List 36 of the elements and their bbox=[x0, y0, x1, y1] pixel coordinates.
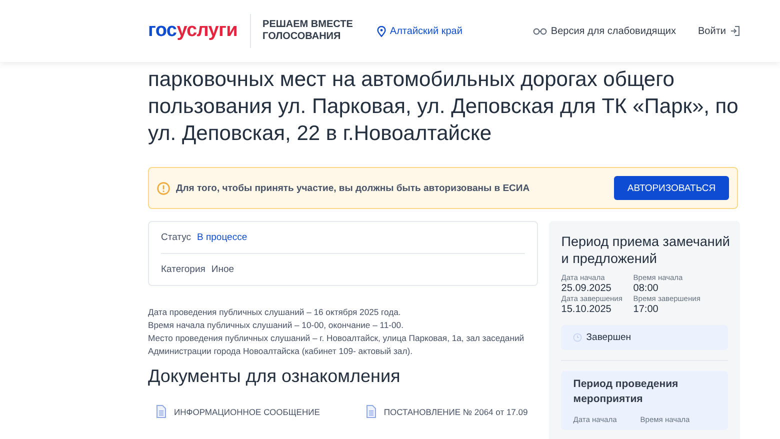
document-link[interactable]: ПОСТАНОВЛЕНИЕ № 2064 от 17.09 bbox=[366, 405, 528, 418]
accessibility-link[interactable]: Версия для слабовидящих bbox=[532, 26, 676, 36]
panel-title: Период приема замечаний и предложений bbox=[561, 233, 731, 267]
clock-icon bbox=[573, 333, 582, 342]
info-value: Иное bbox=[211, 264, 234, 275]
description-line: Администрации города Новоалтайска (кабинет 109- актовый зал). bbox=[148, 345, 414, 358]
location-pin-icon bbox=[376, 26, 386, 36]
field-value: 08:00 bbox=[633, 283, 660, 294]
status-link[interactable]: В процессе bbox=[197, 232, 248, 243]
status-badge: Завершен bbox=[561, 325, 728, 350]
login-link[interactable]: Войти bbox=[698, 26, 740, 36]
description-line: Дата проведения публичных слушаний – 16 октября 2025 года. bbox=[148, 306, 402, 319]
event-title: Период проведения мероприятия bbox=[573, 377, 680, 407]
login-icon bbox=[730, 26, 740, 36]
field-value: 25.09.2025 bbox=[561, 283, 612, 294]
glasses-icon bbox=[532, 27, 547, 35]
warning-icon bbox=[157, 182, 170, 194]
page-title: парковочных мест на автомобильных дорогах общего bbox=[148, 67, 676, 93]
field-value: 17:00 bbox=[633, 304, 660, 315]
section-title: Документы для ознакомления bbox=[148, 366, 402, 387]
tagline: ГОЛОСОВАНИЯ bbox=[262, 31, 342, 43]
alert-text: Для того, чтобы принять участие, вы должны быть авторизованы в ЕСИА bbox=[176, 182, 531, 194]
description-line: Время начала публичных слушаний – 10-00, окончание – 11-00. bbox=[148, 319, 404, 332]
page-title: ул. Деповская, 22 в г.Новоалтайске bbox=[148, 121, 493, 147]
logo[interactable]: госуслуги bbox=[148, 20, 238, 42]
page-title: пользования ул. Парковая, ул. Деповская для ТК «Парк», по bbox=[148, 94, 740, 120]
description-line: Место проведения публичных слушаний – г. Новоалтайск, улица Парковая, 1а, зал заседаний bbox=[148, 332, 526, 345]
field-value: 15.10.2025 bbox=[561, 304, 612, 315]
info-label: Статус bbox=[161, 232, 192, 243]
document-icon bbox=[366, 405, 376, 418]
info-label: Категория bbox=[161, 264, 206, 275]
tagline: РЕШАЕМ ВМЕСТЕ bbox=[262, 19, 353, 31]
authorize-button[interactable]: АВТОРИЗОВАТЬСЯ bbox=[614, 176, 729, 200]
document-icon bbox=[156, 405, 166, 418]
document-link[interactable]: ИНФОРМАЦИОННОЕ СООБЩЕНИЕ bbox=[156, 405, 320, 418]
region-link[interactable]: Алтайский край bbox=[376, 26, 462, 36]
